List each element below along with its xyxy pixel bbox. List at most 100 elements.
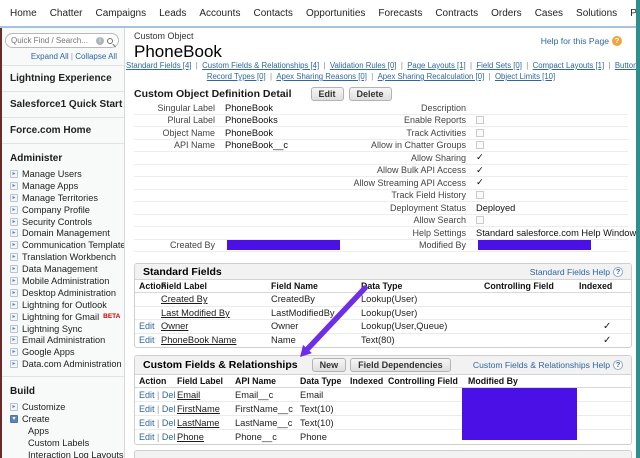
edit-link[interactable]: Edit <box>139 418 155 428</box>
nav-tab[interactable]: Contacts <box>253 8 292 19</box>
collapse-all-link[interactable]: Collapse All <box>75 52 117 61</box>
nav-tab[interactable]: Contracts <box>435 8 478 19</box>
help-for-this-page-link[interactable]: Help for this Page <box>541 36 609 46</box>
sidebar-item[interactable]: Lightning for Outlook <box>0 299 124 311</box>
subnav-link[interactable]: Buttons, Links, and Actions [8] <box>615 61 636 70</box>
nav-tab[interactable]: Home <box>10 8 37 19</box>
delete-link[interactable]: Del <box>155 432 176 442</box>
sidebar-item[interactable]: Interaction Log Layouts <box>0 449 124 458</box>
edit-link[interactable]: Edit <box>139 390 155 400</box>
nav-tab[interactable]: Cases <box>535 8 563 19</box>
sidebar-item[interactable]: Google Apps <box>0 346 124 358</box>
expand-toggle-icon[interactable] <box>10 325 18 333</box>
expand-toggle-icon[interactable] <box>10 336 18 344</box>
help-icon[interactable] <box>613 267 623 277</box>
expand-toggle-icon[interactable] <box>10 360 18 368</box>
nav-tab[interactable]: Leads <box>159 8 186 19</box>
subnav-link[interactable]: Apex Sharing Reasons [0] <box>276 72 377 81</box>
sidebar-item[interactable]: Manage Territories <box>0 192 124 204</box>
expand-toggle-icon[interactable] <box>10 218 18 226</box>
sidebar-item[interactable]: Company Profile <box>0 204 124 216</box>
expand-toggle-icon[interactable] <box>10 229 18 237</box>
sidebar-item[interactable]: Desktop Administration <box>0 287 124 299</box>
nav-tab[interactable]: Accounts <box>199 8 240 19</box>
sidebar-item[interactable]: Domain Management <box>0 227 124 239</box>
new-button[interactable]: New <box>312 358 347 372</box>
nav-tab[interactable]: Forecasts <box>378 8 422 19</box>
delete-link[interactable]: Del <box>155 404 176 414</box>
subnav-link[interactable]: Field Sets [0] <box>476 61 532 70</box>
nav-tab[interactable]: Campaigns <box>95 8 146 19</box>
sidebar-item[interactable]: Customize <box>0 401 124 413</box>
field-label-link[interactable]: PhoneBook Name <box>161 335 236 345</box>
field-label-link[interactable]: Phone <box>177 432 204 442</box>
subnav-link[interactable]: Custom Fields & Relationships [4] <box>202 61 330 70</box>
subnav-link[interactable]: Apex Sharing Recalculation [0] <box>378 72 495 81</box>
field-label-link[interactable]: Last Modified By <box>161 308 230 318</box>
field-label-link[interactable]: LastName <box>177 418 219 428</box>
expand-toggle-icon[interactable] <box>10 170 18 178</box>
expand-toggle-icon[interactable] <box>10 348 18 356</box>
field-label-link[interactable]: Email <box>177 390 200 400</box>
nav-tab[interactable]: Orders <box>491 8 522 19</box>
field-value: ✓ <box>466 152 628 163</box>
expand-all-link[interactable]: Expand All <box>31 52 69 61</box>
sidebar-item[interactable]: Lightning for Gmail BETA <box>0 311 124 323</box>
sidebar-item[interactable]: Manage Apps <box>0 180 124 192</box>
field-label-link[interactable]: Created By <box>161 294 208 304</box>
custom-fields-help-link[interactable]: Custom Fields & Relationships Help <box>473 360 610 370</box>
expand-toggle-icon[interactable] <box>10 182 18 190</box>
expand-toggle-icon[interactable] <box>10 194 18 202</box>
sidebar-item[interactable]: Custom Labels <box>0 437 124 449</box>
delete-link[interactable]: Del <box>155 418 176 428</box>
sidebar-item[interactable]: Communication Templates <box>0 239 124 251</box>
nav-tab[interactable]: Chatter <box>50 8 83 19</box>
search-icon[interactable] <box>107 38 113 44</box>
subnav-link[interactable]: Standard Fields [4] <box>126 61 202 70</box>
field-label-link[interactable]: Owner <box>161 321 188 331</box>
expand-toggle-icon[interactable] <box>10 265 18 273</box>
edit-button[interactable]: Edit <box>311 87 344 101</box>
sidebar-item[interactable]: Create <box>0 413 124 425</box>
expand-toggle-icon[interactable] <box>10 313 18 321</box>
edit-link[interactable]: Edit <box>139 404 155 414</box>
nav-tab[interactable]: Opportunities <box>306 8 365 19</box>
subnav-link[interactable]: Validation Rules [0] <box>330 61 407 70</box>
sidebar-item[interactable]: Manage Users <box>0 168 124 180</box>
subnav-link[interactable]: Record Types [0] <box>207 72 277 81</box>
help-icon[interactable] <box>612 36 622 46</box>
subnav-link[interactable]: Object Limits [10] <box>495 72 555 81</box>
sidebar-item[interactable]: Data Management <box>0 263 124 275</box>
edit-link[interactable]: Edit <box>139 321 155 331</box>
standard-fields-help-link[interactable]: Standard Fields Help <box>530 267 610 277</box>
sidebar-quick-link[interactable]: Force.com Home <box>0 118 124 144</box>
sidebar-item[interactable]: Apps <box>0 425 124 437</box>
expand-toggle-icon[interactable] <box>10 206 18 214</box>
edit-link[interactable]: Edit <box>139 335 155 345</box>
field-label-link[interactable]: FirstName <box>177 404 220 414</box>
delete-link[interactable]: Del <box>155 390 176 400</box>
expand-toggle-icon[interactable] <box>10 253 18 261</box>
delete-button[interactable]: Delete <box>349 87 392 101</box>
sidebar-item[interactable]: Email Administration <box>0 334 124 346</box>
expand-toggle-icon[interactable] <box>10 277 18 285</box>
field-dependencies-button[interactable]: Field Dependencies <box>350 358 451 372</box>
quick-find-input[interactable] <box>11 36 93 45</box>
subnav-link[interactable]: Compact Layouts [1] <box>533 61 615 70</box>
sidebar-item[interactable]: Translation Workbench <box>0 251 124 263</box>
expand-toggle-icon[interactable] <box>10 301 18 309</box>
nav-tab[interactable]: Solutions <box>576 8 617 19</box>
sidebar-item[interactable]: Mobile Administration <box>0 275 124 287</box>
sidebar-quick-link[interactable]: Salesforce1 Quick Start <box>0 92 124 118</box>
expand-toggle-icon[interactable] <box>10 415 18 423</box>
expand-toggle-icon[interactable] <box>10 403 18 411</box>
sidebar-quick-link[interactable]: Lightning Experience <box>0 66 124 92</box>
expand-toggle-icon[interactable] <box>10 289 18 297</box>
sidebar-item[interactable]: Data.com Administration <box>0 358 124 370</box>
edit-link[interactable]: Edit <box>139 432 155 442</box>
sidebar-item[interactable]: Security Controls <box>0 216 124 228</box>
subnav-link[interactable]: Page Layouts [1] <box>407 61 476 70</box>
sidebar-item[interactable]: Lightning Sync <box>0 323 124 335</box>
help-icon[interactable] <box>613 360 623 370</box>
expand-toggle-icon[interactable] <box>10 241 18 249</box>
